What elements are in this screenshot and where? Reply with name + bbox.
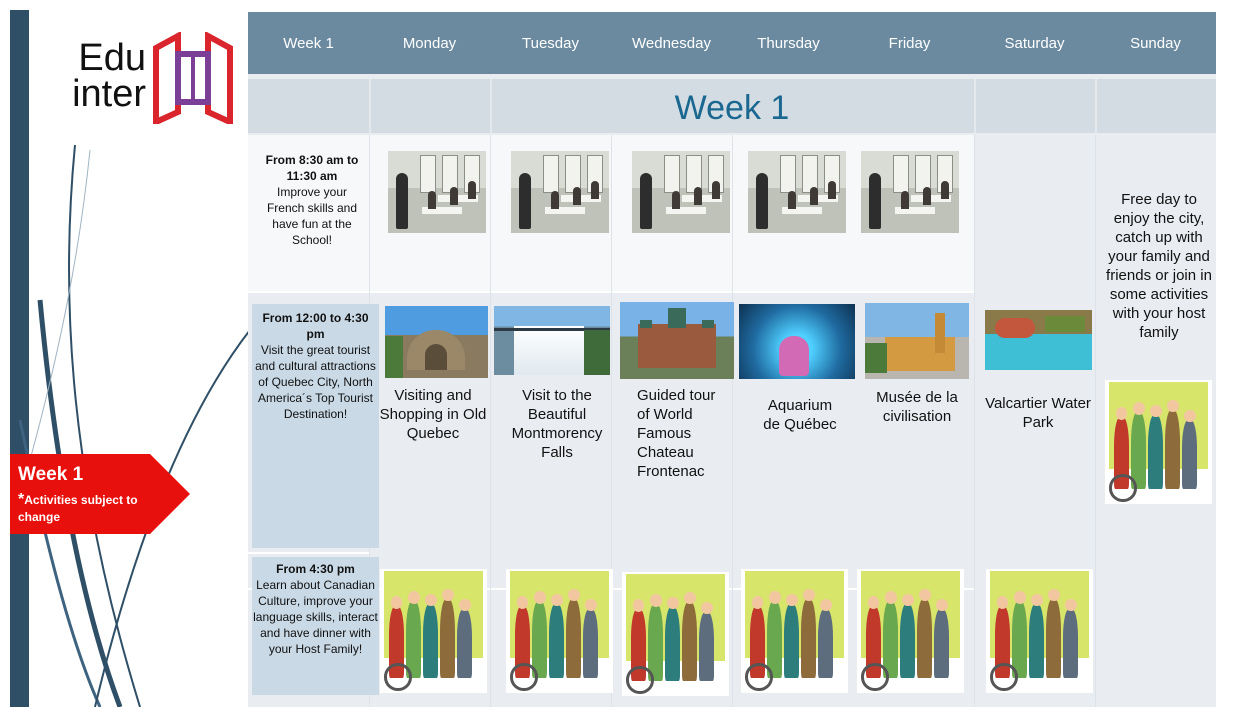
header-wednesday: Wednesday (611, 12, 733, 74)
musee-civilisation-photo (865, 303, 969, 379)
host-family-illustration-saturday (986, 569, 1093, 693)
row-divider (248, 552, 369, 554)
logo-text-inter: inter (72, 73, 146, 115)
week-tag-note: *Activities subject to change (18, 491, 148, 526)
column-divider (732, 135, 733, 707)
classroom-photo-thursday (748, 151, 846, 233)
header-week: Week 1 (248, 12, 370, 74)
schedule-grid: Week 1 Monday Tuesday Wednesday Thursday… (248, 12, 1216, 707)
host-family-illustration-friday (857, 569, 964, 693)
sunday-description: Free day to enjoy the city, catch up wit… (1106, 191, 1212, 341)
aquarium-photo (739, 304, 855, 379)
header-friday: Friday (845, 12, 975, 74)
header-thursday: Thursday (732, 12, 846, 74)
column-divider (974, 135, 975, 707)
afternoon-text: Visit the great tourist and cultural att… (255, 343, 376, 421)
activity-saturday: Valcartier Water Park (985, 395, 1091, 431)
morning-description: From 8:30 am to 11:30 am Improve your Fr… (258, 152, 366, 248)
host-family-illustration-tuesday (506, 569, 613, 693)
classroom-photo-monday (388, 151, 486, 233)
activity-friday: Musée de la civilisation (876, 389, 958, 425)
header-saturday: Saturday (974, 12, 1096, 74)
classroom-photo-friday (861, 151, 959, 233)
evening-text: Learn about Canadian Culture, improve yo… (253, 578, 378, 656)
activity-wednesday: Guided tour of World Famous Chateau Fron… (637, 387, 716, 480)
host-family-illustration-monday (380, 569, 487, 693)
afternoon-description: From 12:00 to 4:30 pm Visit the great to… (252, 304, 379, 548)
evening-description: From 4:30 pm Learn about Canadian Cultur… (252, 557, 379, 695)
montmorency-falls-photo (494, 306, 610, 375)
week-tag-title: Week 1 (18, 464, 84, 485)
afternoon-time: From 12:00 to 4:30 pm (262, 311, 369, 341)
week-tag-note-text: Activities subject to change (18, 493, 138, 524)
classroom-photo-wednesday (632, 151, 730, 233)
column-divider (490, 135, 491, 707)
activity-monday: Visiting and Shopping in Old Quebec (379, 387, 487, 442)
old-quebec-photo (385, 306, 488, 378)
water-park-photo (985, 310, 1092, 370)
morning-time: From 8:30 am to 11:30 am (265, 153, 359, 183)
morning-text: Improve your French skills and have fun … (266, 185, 358, 247)
classroom-photo-tuesday (511, 151, 609, 233)
column-divider (1095, 135, 1096, 707)
header-tuesday: Tuesday (490, 12, 612, 74)
header-sunday: Sunday (1095, 12, 1216, 74)
evening-time: From 4:30 pm (276, 562, 355, 576)
host-family-illustration-wednesday (622, 572, 729, 696)
edu-inter-logo: Edu inter (48, 30, 238, 130)
chateau-frontenac-photo (620, 302, 734, 379)
activity-thursday: Aquarium de Québec (763, 397, 837, 433)
host-family-illustration-sunday (1105, 380, 1212, 504)
week-band-title: Week 1 (674, 89, 790, 127)
host-family-illustration-thursday (741, 569, 848, 693)
logo-text-edu: Edu (78, 37, 146, 79)
logo-book-icon (153, 32, 233, 124)
activity-tuesday: Visit to the Beautiful Montmorency Falls (511, 387, 603, 461)
header-monday: Monday (369, 12, 491, 74)
